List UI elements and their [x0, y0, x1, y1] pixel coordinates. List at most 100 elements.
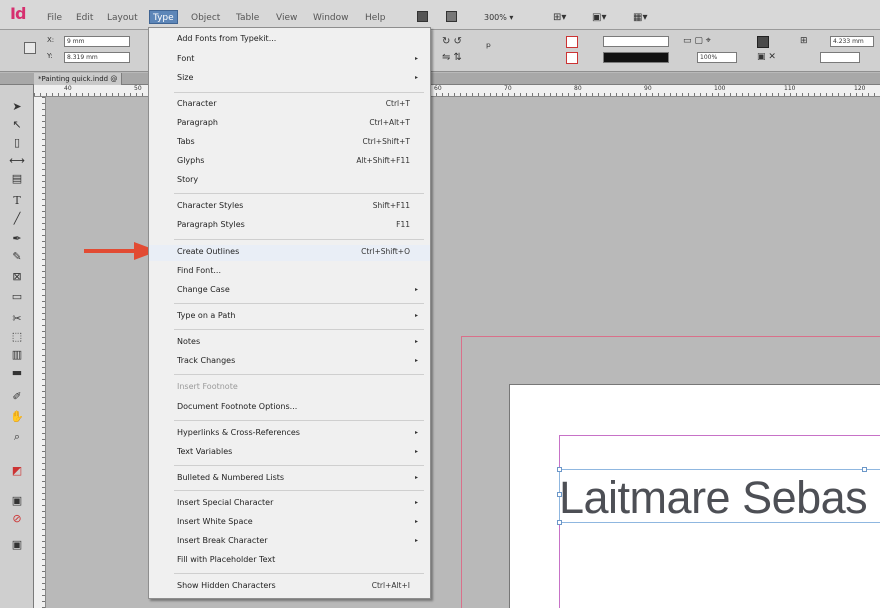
eyedropper-icon[interactable]: ✐ — [9, 389, 25, 405]
ruler-number: 70 — [504, 85, 512, 92]
submenu-arrow-icon: ▸ — [414, 74, 418, 81]
screen-mode-icon[interactable]: ▣▾ — [592, 11, 606, 24]
stroke-swatch-icon[interactable] — [566, 52, 578, 64]
menu-item-text-variables[interactable]: Text Variables ▸ — [149, 445, 430, 461]
stroke-type-field[interactable] — [603, 52, 669, 63]
menu-item-tabs[interactable]: Tabs Ctrl+Shift+T — [149, 135, 430, 151]
menu-layout[interactable]: Layout — [104, 11, 141, 25]
menu-item-find-font[interactable]: Find Font... — [149, 264, 430, 280]
menu-item-fill-with-placeholder-text[interactable]: Fill with Placeholder Text — [149, 553, 430, 569]
menu-item-shortcut: Ctrl+Shift+T — [362, 137, 410, 146]
minibridge-icon[interactable] — [446, 11, 457, 22]
menu-object[interactable]: Object — [188, 11, 223, 25]
scissors-icon[interactable]: ✂ — [9, 311, 25, 327]
free-transform-icon[interactable]: ⬚ — [9, 329, 25, 345]
document-tab[interactable]: *Painting quick.indd @ — [34, 73, 123, 85]
line-icon[interactable]: ╱ — [9, 211, 25, 227]
menu-item-character[interactable]: Character Ctrl+T — [149, 97, 430, 113]
menu-item-track-changes[interactable]: Track Changes ▸ — [149, 354, 430, 370]
menu-item-change-case[interactable]: Change Case ▸ — [149, 283, 430, 299]
rotate-icon[interactable]: ↻ ↺ — [442, 36, 462, 47]
menu-item-shortcut: Alt+Shift+F11 — [356, 156, 410, 165]
type-icon[interactable]: T — [9, 193, 25, 209]
menu-item-glyphs[interactable]: Glyphs Alt+Shift+F11 — [149, 154, 430, 170]
stroke-weight-field[interactable] — [603, 36, 669, 47]
menu-item-label: Hyperlinks & Cross-References — [177, 428, 300, 437]
menu-item-show-hidden-characters[interactable]: Show Hidden Characters Ctrl+Alt+I — [149, 579, 430, 595]
menu-item-story[interactable]: Story — [149, 173, 430, 189]
note-icon[interactable]: ▬ — [9, 365, 25, 381]
menu-window[interactable]: Window — [310, 11, 352, 25]
ruler-number: 120 — [854, 85, 866, 92]
pencil-icon[interactable]: ✎ — [9, 249, 25, 265]
frame-fitting-icon[interactable] — [757, 36, 769, 48]
menu-item-label: Size — [177, 73, 194, 82]
zoom-level[interactable]: 300% ▾ — [484, 11, 513, 24]
fill-swatch-icon[interactable] — [566, 36, 578, 48]
gap-icon[interactable]: ⟷ — [9, 153, 25, 169]
flip-icon[interactable]: ⇋ ⇅ — [442, 52, 462, 63]
menu-edit[interactable]: Edit — [73, 11, 96, 25]
text-wrap-icon[interactable]: ⊞ — [800, 36, 808, 46]
rectangle-frame-icon[interactable]: ⊠ — [9, 269, 25, 285]
zoom-icon[interactable]: ⌕ — [9, 429, 25, 445]
formatting-icon[interactable]: ▣ — [9, 493, 25, 509]
menu-item-insert-special-character[interactable]: Insert Special Character ▸ — [149, 496, 430, 512]
fitting-icons[interactable]: ▭ ▢ ⌖ — [683, 36, 711, 46]
pen-icon[interactable]: ✒ — [9, 231, 25, 247]
menu-item-hyperlinks-cross-references[interactable]: Hyperlinks & Cross-References ▸ — [149, 426, 430, 442]
size-field[interactable]: 4.233 mm — [830, 36, 874, 47]
menu-item-paragraph[interactable]: Paragraph Ctrl+Alt+T — [149, 116, 430, 132]
menu-help[interactable]: Help — [362, 11, 389, 25]
menu-separator — [174, 374, 424, 375]
menu-item-notes[interactable]: Notes ▸ — [149, 335, 430, 351]
gradient-icon[interactable]: ▥ — [9, 347, 25, 363]
direct-selection-icon[interactable]: ↖ — [9, 117, 25, 133]
page-heading-text[interactable]: Laitmare Sebas — [559, 472, 868, 524]
menu-type[interactable]: Type — [149, 10, 178, 24]
menu-table[interactable]: Table — [233, 11, 262, 25]
menu-item-paragraph-styles[interactable]: Paragraph Styles F11 — [149, 218, 430, 234]
x-position-field[interactable]: 9 mm — [64, 36, 130, 47]
arrange-documents-icon[interactable]: ▦▾ — [633, 11, 647, 24]
reference-point-icon[interactable] — [24, 42, 36, 54]
menu-item-add-fonts-from-typekit[interactable]: Add Fonts from Typekit... — [149, 32, 430, 48]
bridge-icon[interactable] — [417, 11, 428, 22]
menu-item-label: Change Case — [177, 285, 230, 294]
stroke-style-field[interactable] — [820, 52, 860, 63]
menu-item-insert-white-space[interactable]: Insert White Space ▸ — [149, 515, 430, 531]
y-label: Y: — [47, 52, 53, 60]
page-icon[interactable]: ▯ — [9, 135, 25, 151]
menu-item-document-footnote-options[interactable]: Document Footnote Options... — [149, 400, 430, 416]
ruler-number: 80 — [574, 85, 582, 92]
menu-view[interactable]: View — [273, 11, 300, 25]
menu-item-label: Paragraph — [177, 118, 218, 127]
rectangle-icon[interactable]: ▭ — [9, 289, 25, 305]
menu-item-character-styles[interactable]: Character Styles Shift+F11 — [149, 199, 430, 215]
apply-none-icon[interactable]: ⊘ — [9, 511, 25, 527]
menu-item-create-outlines[interactable]: Create Outlines Ctrl+Shift+O — [149, 245, 430, 261]
menu-item-bulleted-numbered-lists[interactable]: Bulleted & Numbered Lists ▸ — [149, 471, 430, 487]
menu-item-size[interactable]: Size ▸ — [149, 71, 430, 87]
menu-item-type-on-a-path[interactable]: Type on a Path ▸ — [149, 309, 430, 325]
menu-item-insert-break-character[interactable]: Insert Break Character ▸ — [149, 534, 430, 550]
menu-bar: Id File Edit Layout Type Object Table Vi… — [0, 0, 880, 30]
screen-mode-icon[interactable]: ▣ — [9, 537, 25, 553]
effects-icon[interactable]: ▣ ✕ — [757, 52, 776, 62]
fill-stroke-icon[interactable]: ◩ — [9, 463, 25, 479]
menu-item-font[interactable]: Font ▸ — [149, 52, 430, 68]
y-position-field[interactable]: 8.319 mm — [64, 52, 130, 63]
menu-item-label: Story — [177, 175, 199, 184]
menu-item-label: Font — [177, 54, 195, 63]
selection-icon[interactable]: ➤ — [9, 99, 25, 115]
opacity-field[interactable]: 100% — [697, 52, 737, 63]
menu-item-label: Insert White Space — [177, 517, 253, 526]
ruler-number: 100 — [714, 85, 726, 92]
hand-icon[interactable]: ✋ — [9, 409, 25, 425]
select-container-icon[interactable]: ᵖ — [486, 40, 491, 54]
content-collector-icon[interactable]: ▤ — [9, 171, 25, 187]
menu-separator — [174, 490, 424, 491]
menu-file[interactable]: File — [44, 11, 65, 25]
view-options-icon[interactable]: ⊞▾ — [553, 11, 566, 24]
menu-item-label: Fill with Placeholder Text — [177, 555, 276, 564]
